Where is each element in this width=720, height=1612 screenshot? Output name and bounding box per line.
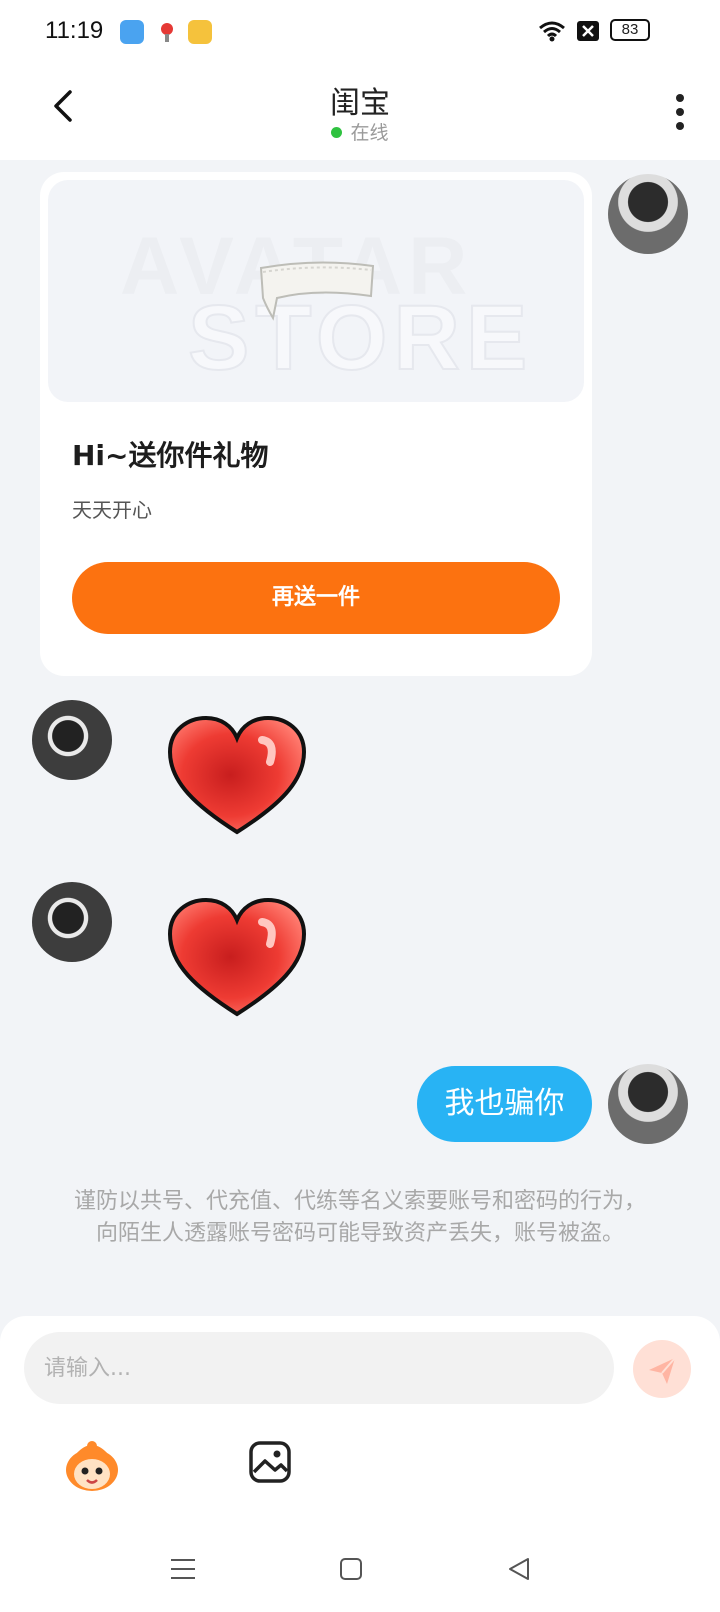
emoji-sticker-icon[interactable]	[62, 1438, 122, 1494]
status-bar: 11:19 83	[0, 0, 720, 62]
online-dot	[331, 127, 343, 138]
heart-sticker[interactable]	[166, 896, 308, 1020]
sent-message-bubble[interactable]: 我也骗你	[417, 1066, 592, 1142]
contact-avatar[interactable]	[32, 882, 112, 962]
headband-gift-image	[259, 261, 375, 321]
image-upload-icon[interactable]	[248, 1440, 292, 1484]
heart-sticker[interactable]	[166, 714, 308, 838]
contact-avatar[interactable]	[32, 700, 112, 780]
battery-level: 83	[621, 21, 639, 38]
gift-message-card[interactable]: AVATAR STORE Hi~送你件礼物 天天开心 再送一件	[40, 172, 592, 676]
chat-title: 闺宝	[330, 86, 390, 121]
online-status-label: 在线	[350, 122, 389, 144]
back-nav-icon[interactable]	[504, 1554, 534, 1584]
self-avatar[interactable]	[608, 174, 688, 254]
chat-header: 闺宝 在线	[0, 62, 720, 160]
self-avatar[interactable]	[608, 1064, 688, 1144]
gift-title: Hi~送你件礼物	[72, 439, 269, 472]
gift-banner: AVATAR STORE	[48, 180, 584, 402]
composer-panel	[0, 1316, 720, 1612]
send-icon	[649, 1357, 676, 1384]
gift-subtitle: 天天开心	[72, 498, 152, 522]
send-another-gift-button[interactable]: 再送一件	[72, 562, 560, 634]
home-nav-icon[interactable]	[336, 1554, 366, 1584]
status-time: 11:19	[45, 17, 104, 44]
security-warning-text: 谨防以共号、代充值、代练等名义索要账号和密码的行为，向陌生人透露账号密码可能导致…	[73, 1189, 646, 1246]
battery-indicator: 83	[610, 19, 650, 41]
wifi-icon	[539, 21, 565, 42]
online-status: 在线	[0, 118, 720, 145]
no-sim-icon	[577, 21, 599, 41]
location-app-icon	[155, 20, 179, 44]
notes-app-icon	[188, 20, 212, 44]
message-input[interactable]	[24, 1332, 614, 1404]
send-button[interactable]	[633, 1340, 691, 1398]
more-options-icon[interactable]	[674, 92, 686, 132]
menu-nav-icon[interactable]	[168, 1554, 198, 1584]
weather-app-icon	[120, 20, 144, 44]
